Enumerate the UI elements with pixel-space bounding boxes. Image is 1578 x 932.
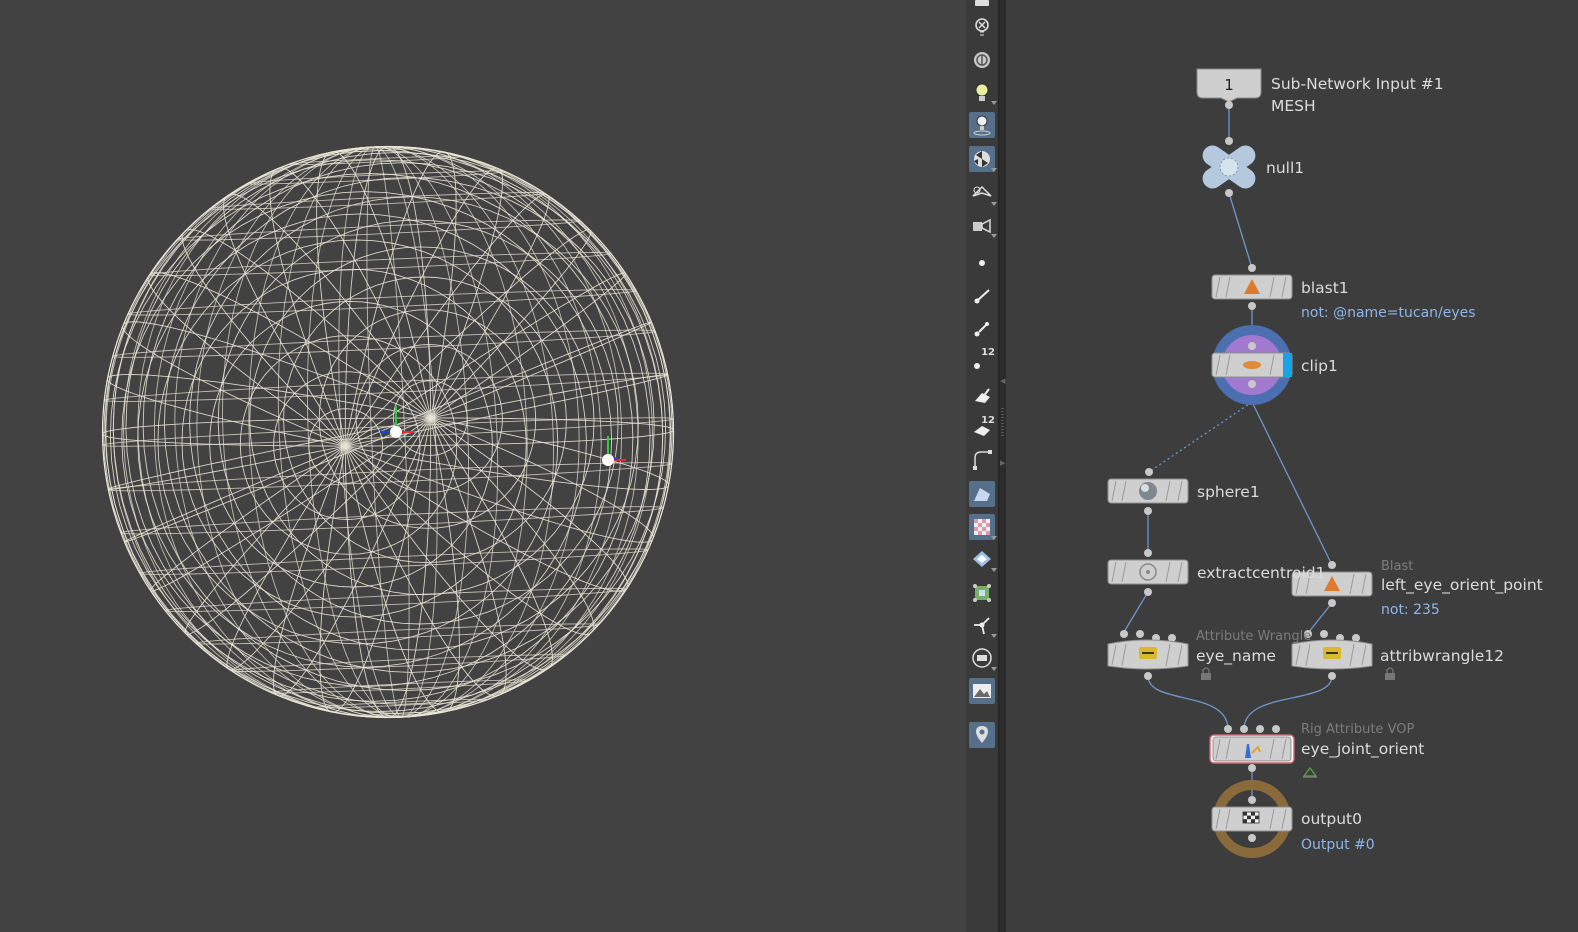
primitive-numbers-icon[interactable]: 12 xyxy=(969,415,995,441)
primitive-normals-icon[interactable] xyxy=(969,382,995,408)
primitive-numbers-badge: 12 xyxy=(981,415,995,426)
lighting-icon[interactable] xyxy=(969,79,997,105)
null1-label: null1 xyxy=(1266,159,1305,177)
submenu-arrow-icon xyxy=(991,536,997,540)
network-editor[interactable]: 1 Sub-Network Input #1 MESH null1 blast1… xyxy=(1006,0,1578,932)
submenu-arrow-icon xyxy=(991,634,997,638)
eye-name-label: eye_name xyxy=(1196,647,1276,665)
submenu-arrow-icon xyxy=(991,667,997,671)
sphere1-label: sphere1 xyxy=(1197,483,1260,501)
vertex-normals-icon[interactable] xyxy=(969,612,997,638)
texture-checker-icon[interactable] xyxy=(969,514,997,540)
eye-name-type: Attribute Wrangle xyxy=(1196,629,1312,644)
left-eye-orient-point-label: left_eye_orient_point xyxy=(1381,576,1543,594)
display-options-icon[interactable] xyxy=(969,47,995,73)
node-clip1[interactable] xyxy=(1211,325,1293,405)
shading-open-curves-icon[interactable] xyxy=(969,481,995,507)
wires xyxy=(1123,104,1333,800)
subnet-input-label: Sub-Network Input #1 xyxy=(1271,75,1444,93)
subnet-input-number: 1 xyxy=(1224,76,1234,94)
network-graph: 1 xyxy=(1107,68,1395,858)
node-blast1[interactable] xyxy=(1211,264,1293,310)
node-sphere1[interactable] xyxy=(1107,468,1189,515)
headlight-icon[interactable] xyxy=(969,112,995,138)
submenu-arrow-icon xyxy=(991,202,997,206)
clip1-label: clip1 xyxy=(1301,357,1338,375)
scene-viewport[interactable] xyxy=(0,0,966,932)
submenu-arrow-icon xyxy=(991,568,997,572)
viewport-display-toolbar: 12 12 xyxy=(966,0,998,932)
output0-label: output0 xyxy=(1301,810,1362,828)
blast1-label: blast1 xyxy=(1301,279,1349,297)
left-eye-orient-point-comment: not: 235 xyxy=(1381,602,1440,618)
eye-joint-orient-label: eye_joint_orient xyxy=(1301,740,1425,758)
background-image-icon[interactable] xyxy=(969,678,995,704)
point-display-icon[interactable] xyxy=(969,250,995,276)
submenu-arrow-icon xyxy=(991,101,997,105)
submenu-arrow-icon xyxy=(991,168,997,172)
node-subnet-input[interactable]: 1 xyxy=(1196,68,1262,109)
extractcentroid1-label: extractcentroid1 xyxy=(1197,564,1326,582)
camera-view-icon[interactable] xyxy=(969,180,997,206)
point-numbers-icon[interactable]: 12 xyxy=(969,347,995,373)
wireframe-sphere xyxy=(101,145,675,719)
guide-display-icon[interactable] xyxy=(969,645,997,671)
subnet-input-sublabel: MESH xyxy=(1271,97,1316,115)
point-numbers-badge: 12 xyxy=(981,347,995,358)
node-null1[interactable] xyxy=(1199,137,1260,197)
blast1-comment: not: @name=tucan/eyes xyxy=(1301,305,1476,321)
output0-comment: Output #0 xyxy=(1301,837,1375,853)
point-normals-icon[interactable] xyxy=(969,283,995,309)
left-eye-orient-point-type: Blast xyxy=(1381,559,1414,574)
pin-viewport-icon[interactable] xyxy=(969,722,995,748)
node-extractcentroid1[interactable] xyxy=(1107,549,1189,596)
ghost-other-objects-icon[interactable] xyxy=(969,14,995,40)
attribwrangle12-label: attribwrangle12 xyxy=(1380,647,1504,665)
camera-menu-icon[interactable] xyxy=(969,212,997,238)
shading-mode-icon[interactable] xyxy=(969,146,997,172)
eye-joint-orient-type: Rig Attribute VOP xyxy=(1301,722,1415,737)
point-markers-icon[interactable] xyxy=(969,316,995,342)
unique-points-icon[interactable] xyxy=(969,580,995,606)
backface-icon[interactable] xyxy=(969,546,997,572)
hull-display-icon[interactable] xyxy=(969,447,995,473)
submenu-arrow-icon xyxy=(991,234,997,238)
